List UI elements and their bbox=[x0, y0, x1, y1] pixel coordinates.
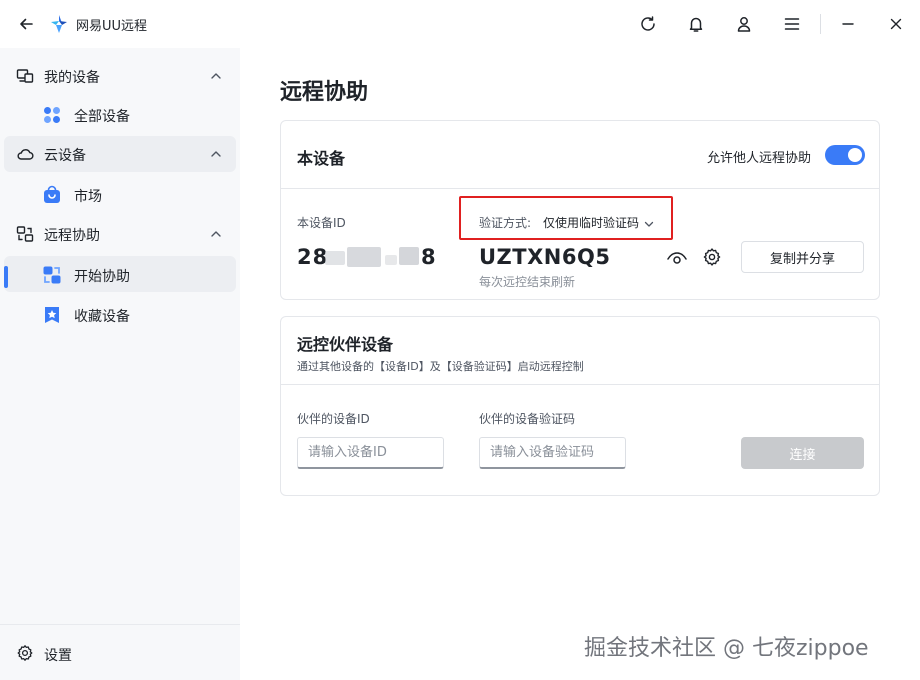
chevron-down-icon[interactable] bbox=[643, 215, 655, 227]
allow-remote-toggle[interactable] bbox=[825, 145, 865, 165]
redacted-block bbox=[399, 247, 419, 265]
cloud-icon bbox=[16, 145, 34, 163]
connect-button[interactable]: 连接 bbox=[741, 437, 864, 469]
partner-id-label: 伙伴的设备ID bbox=[297, 412, 370, 426]
sidebar-item-label: 全部设备 bbox=[74, 109, 130, 125]
allow-remote-label: 允许他人远程协助 bbox=[706, 151, 811, 166]
sidebar-item-market[interactable]: 市场 bbox=[4, 176, 236, 212]
card-divider bbox=[281, 384, 879, 385]
partner-device-title: 远控伙伴设备 bbox=[297, 335, 394, 354]
device-id-value: 28 bbox=[297, 245, 328, 269]
sidebar-item-start-assist[interactable]: 开始协助 bbox=[4, 256, 236, 292]
devices-icon bbox=[16, 67, 34, 85]
sidebar-item-label: 开始协助 bbox=[74, 269, 130, 285]
app-title: 网易UU远程 bbox=[76, 19, 148, 34]
sidebar-group-label: 远程协助 bbox=[44, 228, 100, 244]
redacted-block bbox=[385, 255, 397, 265]
start-assist-icon bbox=[42, 265, 62, 285]
titlebar-separator bbox=[820, 14, 821, 34]
this-device-card: 本设备 允许他人远程协助 本设备ID 28 8 验证方式: 仅使用临时验证码 U… bbox=[280, 120, 880, 300]
remote-assist-icon bbox=[16, 225, 34, 243]
code-refresh-hint: 每次远控结束刷新 bbox=[479, 275, 576, 289]
selected-indicator bbox=[4, 266, 8, 288]
sidebar-divider bbox=[0, 624, 240, 625]
chevron-up-icon bbox=[208, 68, 224, 84]
sidebar: 我的设备 全部设备 云设备 市场 远程协助 开始协助 收藏设备 设置 bbox=[0, 48, 240, 680]
close-icon[interactable] bbox=[884, 12, 908, 36]
sidebar-item-all-devices[interactable]: 全部设备 bbox=[4, 96, 236, 132]
sidebar-group-cloud-devices[interactable]: 云设备 bbox=[4, 136, 236, 172]
device-id-label: 本设备ID bbox=[297, 216, 346, 230]
app-logo-icon bbox=[48, 13, 70, 35]
partner-id-input[interactable] bbox=[297, 437, 444, 469]
partner-device-card: 远控伙伴设备 通过其他设备的【设备ID】及【设备验证码】启动远程控制 伙伴的设备… bbox=[280, 316, 880, 496]
settings-label: 设置 bbox=[44, 648, 72, 664]
sidebar-group-my-devices[interactable]: 我的设备 bbox=[4, 58, 236, 94]
device-id-suffix: 8 bbox=[421, 245, 437, 269]
settings-button[interactable]: 设置 bbox=[16, 640, 216, 668]
partner-code-input[interactable] bbox=[479, 437, 626, 469]
this-device-title: 本设备 bbox=[297, 149, 346, 168]
device-id-prefix: 28 bbox=[297, 245, 329, 269]
sidebar-item-label: 收藏设备 bbox=[74, 309, 130, 325]
sidebar-item-label: 市场 bbox=[74, 189, 102, 205]
redacted-block bbox=[325, 251, 345, 265]
bell-icon[interactable] bbox=[684, 12, 708, 36]
partner-device-subtitle: 通过其他设备的【设备ID】及【设备验证码】启动远程控制 bbox=[297, 360, 584, 373]
redacted-block bbox=[347, 247, 381, 267]
watermark: 掘金技术社区 @ 七夜zippoe bbox=[584, 636, 869, 661]
gear-icon bbox=[16, 644, 34, 662]
refresh-icon[interactable] bbox=[636, 12, 660, 36]
eye-icon[interactable] bbox=[666, 248, 688, 270]
verification-code: UZTXN6Q5 bbox=[479, 245, 611, 269]
menu-icon[interactable] bbox=[780, 12, 804, 36]
sidebar-group-label: 我的设备 bbox=[44, 70, 100, 86]
chevron-up-icon bbox=[208, 146, 224, 162]
sidebar-group-label: 云设备 bbox=[44, 148, 86, 164]
user-icon[interactable] bbox=[732, 12, 756, 36]
shopping-bag-icon bbox=[42, 185, 62, 205]
sidebar-item-favorite-devices[interactable]: 收藏设备 bbox=[4, 296, 236, 332]
minimize-icon[interactable] bbox=[836, 12, 860, 36]
partner-code-label: 伙伴的设备验证码 bbox=[479, 412, 576, 426]
auth-method-select[interactable]: 仅使用临时验证码 bbox=[543, 214, 639, 231]
all-devices-icon bbox=[42, 105, 62, 125]
chevron-up-icon bbox=[208, 226, 224, 242]
sidebar-group-remote-assist[interactable]: 远程协助 bbox=[4, 216, 236, 252]
card-divider bbox=[281, 188, 879, 189]
title-bar: 网易UU远程 bbox=[0, 0, 920, 48]
gear-icon[interactable] bbox=[702, 247, 722, 267]
page-title: 远程协助 bbox=[280, 80, 369, 105]
copy-share-button[interactable]: 复制并分享 bbox=[741, 241, 864, 273]
toggle-knob bbox=[848, 148, 862, 162]
back-arrow-icon[interactable] bbox=[14, 12, 38, 36]
star-bookmark-icon bbox=[42, 305, 62, 325]
auth-method-label: 验证方式: bbox=[479, 216, 532, 230]
